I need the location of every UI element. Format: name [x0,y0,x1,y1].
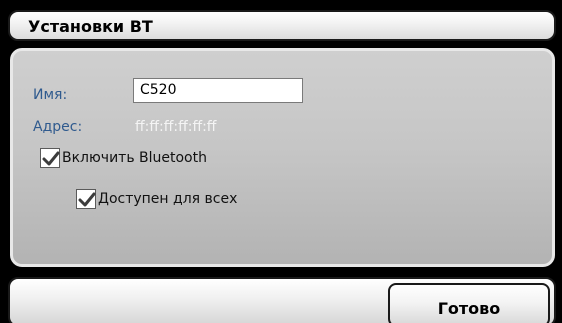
bt-settings-screen: Установки BT Имя: C520 Адрес: ff:ff:ff:f… [0,0,562,323]
visible-to-all-label: Доступен для всех [98,191,238,207]
checkmark-icon [78,192,96,207]
bottom-bar: Готово [8,277,556,323]
checkmark-icon [42,151,60,166]
page-title: Установки BT [28,17,153,36]
device-name-input[interactable]: C520 [133,78,303,103]
enable-bluetooth-label: Включить Bluetooth [62,150,207,166]
done-button[interactable]: Готово [388,283,550,323]
done-button-label: Готово [437,299,501,318]
settings-panel: Имя: C520 Адрес: ff:ff:ff:ff:ff:ff Включ… [10,48,555,267]
enable-bluetooth-checkbox[interactable] [40,148,60,168]
name-label: Имя: [33,87,68,103]
address-label: Адрес: [33,119,83,135]
title-bar: Установки BT [8,10,556,41]
address-value: ff:ff:ff:ff:ff:ff [135,119,217,135]
visible-to-all-checkbox[interactable] [76,189,96,209]
